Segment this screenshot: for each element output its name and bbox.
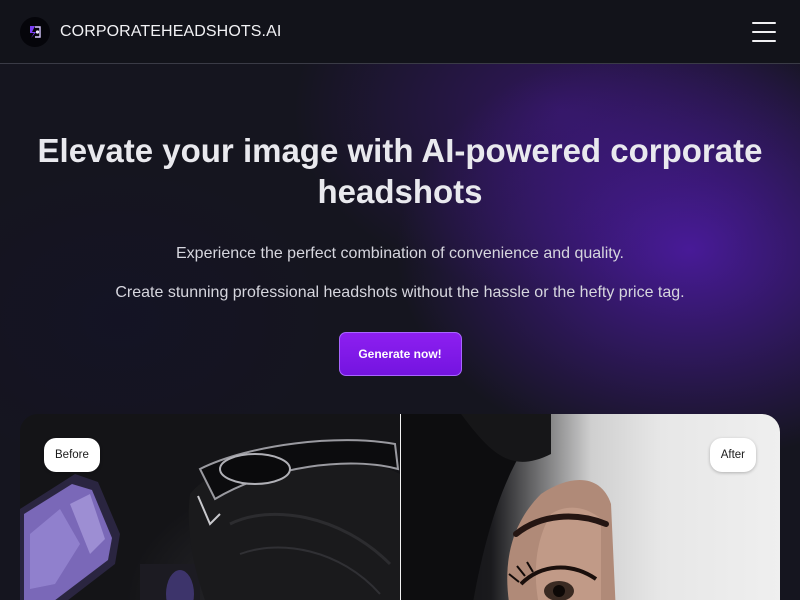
brand-name[interactable]: CORPORATEHEADSHOTS.AI <box>60 23 281 41</box>
menu-line <box>752 22 776 24</box>
site-header: CORPORATEHEADSHOTS.AI <box>0 0 800 64</box>
menu-line <box>752 31 776 33</box>
hero-title: Elevate your image with AI-powered corpo… <box>37 132 763 210</box>
before-after-comparison[interactable]: Before After <box>20 414 780 600</box>
before-badge: Before <box>44 438 100 472</box>
hero-section: Elevate your image with AI-powered corpo… <box>0 64 800 376</box>
menu-line <box>752 40 776 42</box>
hero-subtitle-2: Create stunning professional headshots w… <box>115 284 685 301</box>
hero-subtitle-1: Experience the perfect combination of co… <box>176 245 624 262</box>
hamburger-menu-icon[interactable] <box>752 22 776 42</box>
generate-now-button[interactable]: Generate now! <box>338 332 462 376</box>
after-badge: After <box>709 438 756 472</box>
logo-icon[interactable] <box>20 16 50 47</box>
